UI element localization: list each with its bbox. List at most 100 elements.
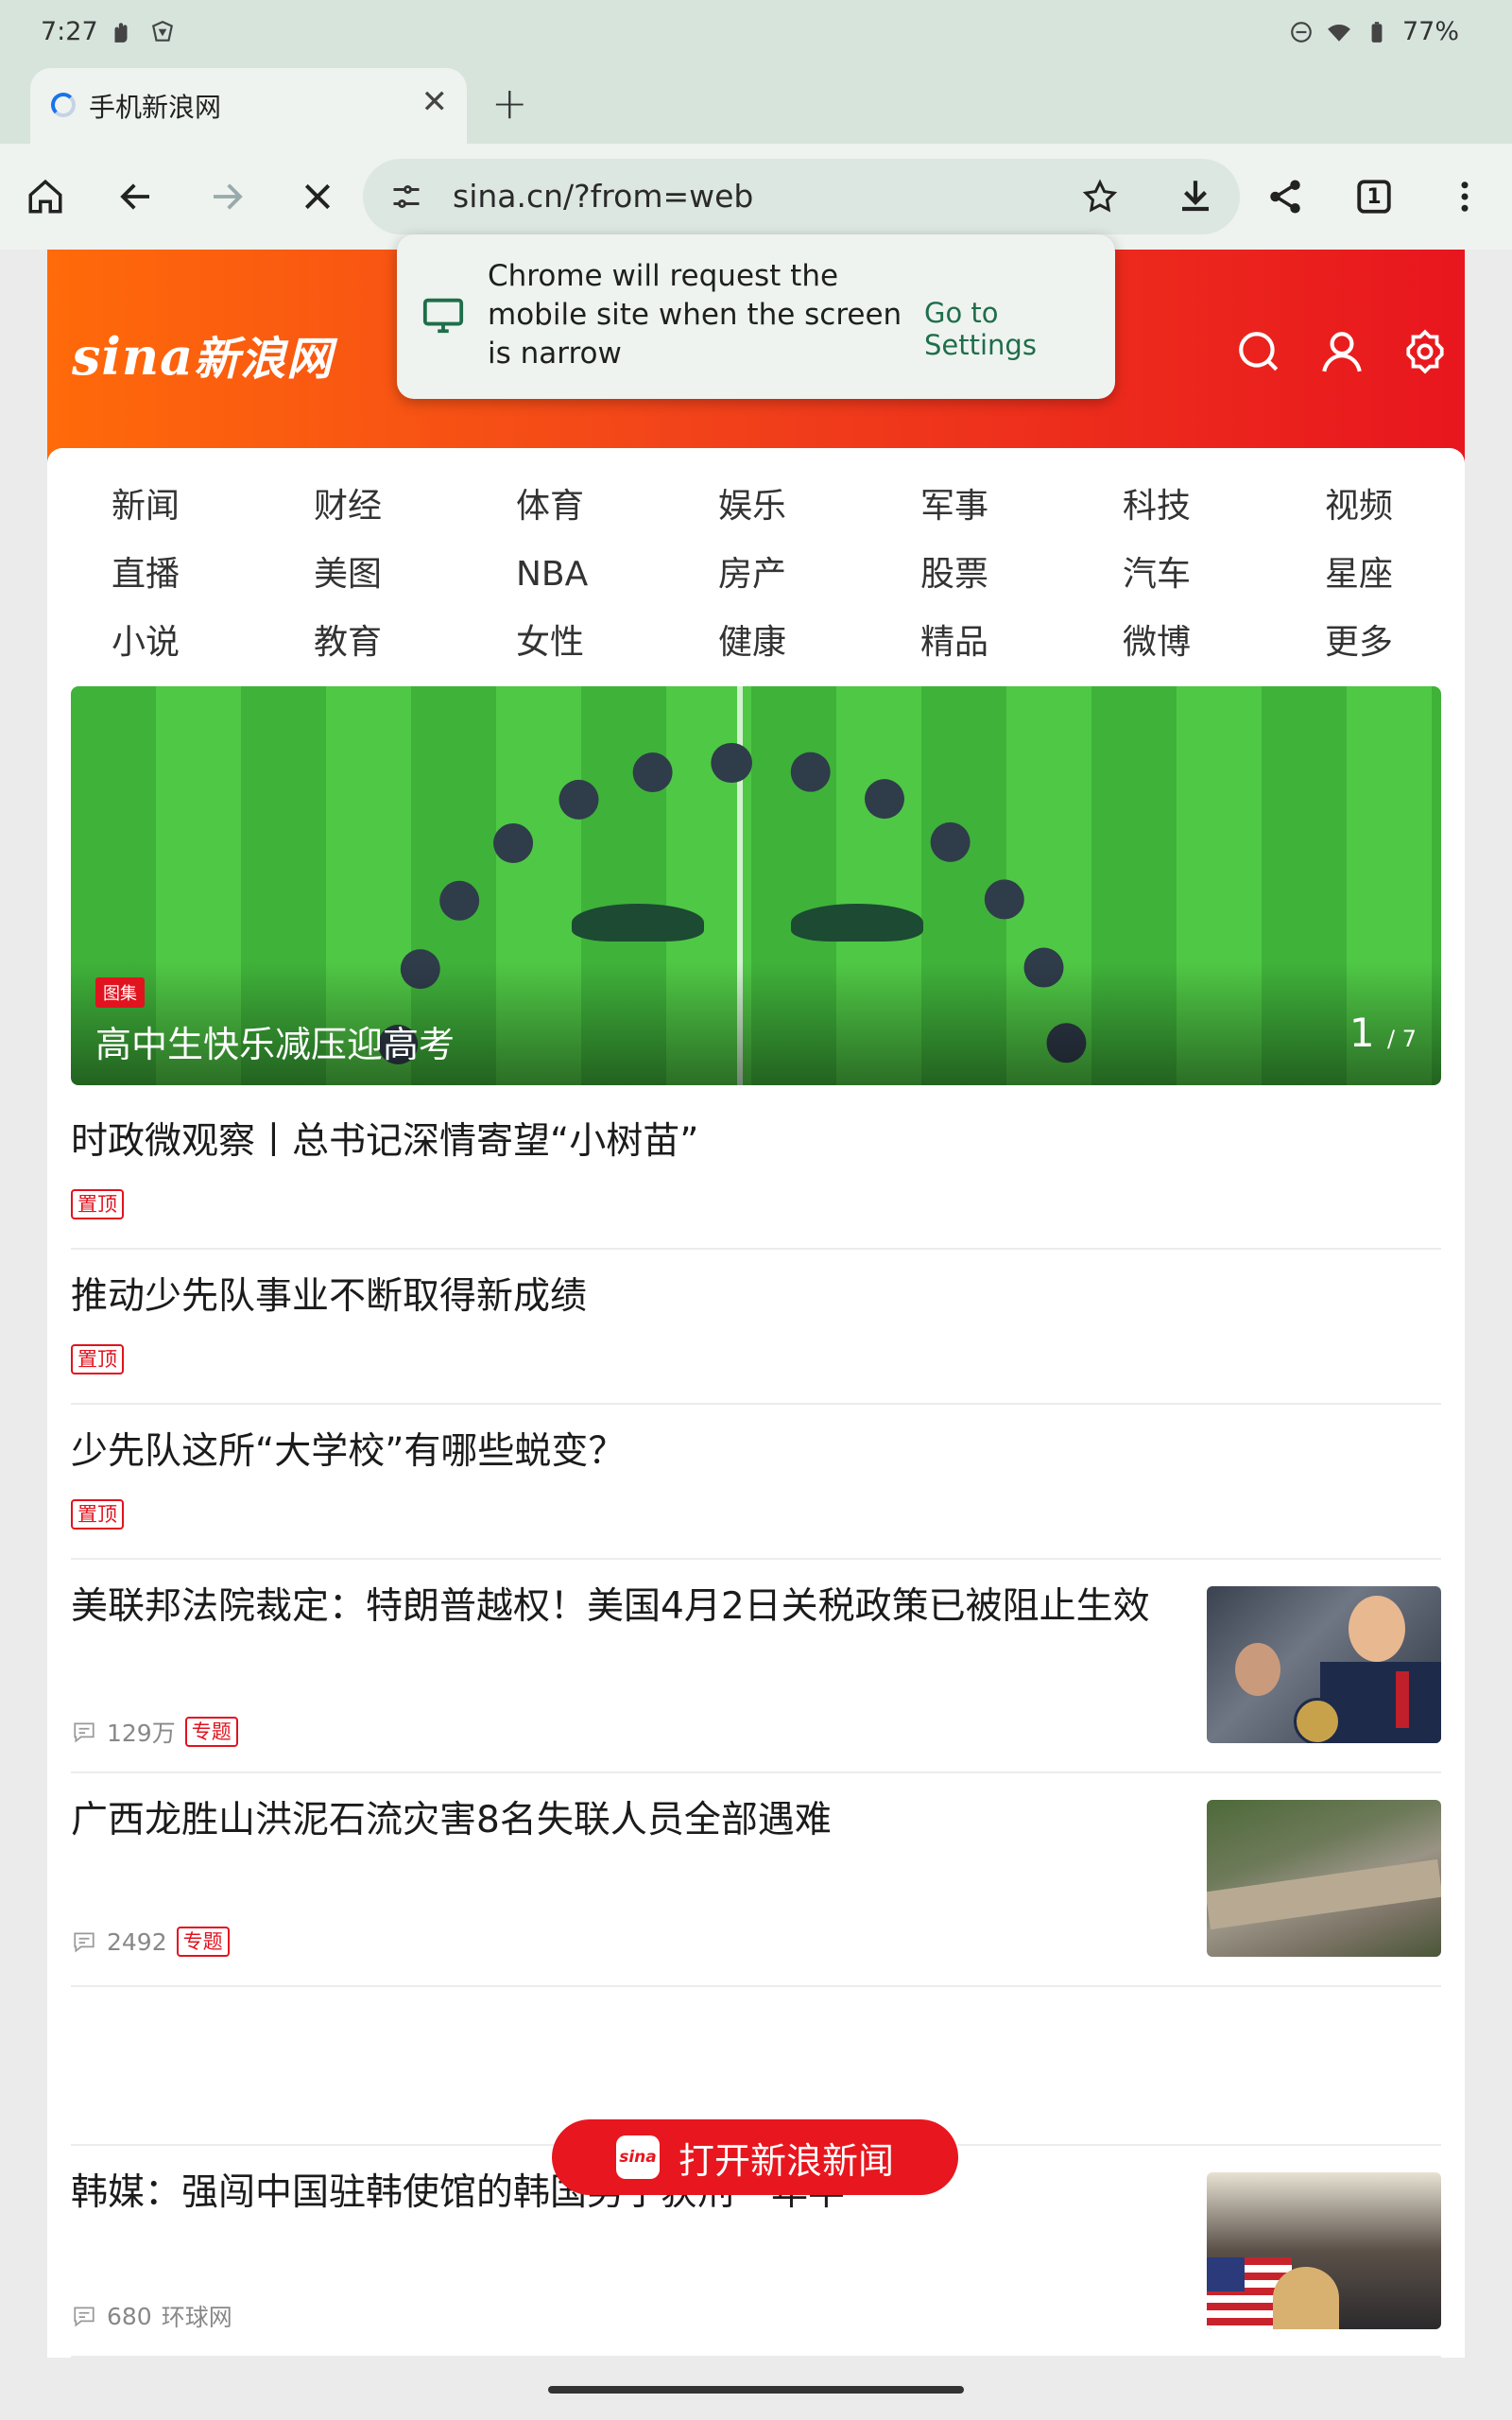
status-notification-icons (109, 19, 175, 45)
news-thumbnail[interactable] (1207, 2172, 1441, 2329)
news-source: 环球网 (161, 2304, 232, 2331)
address-bar[interactable]: sina.cn/?from=web (363, 159, 1240, 234)
comment-icon (74, 1722, 94, 1743)
nav-item[interactable]: 微博 (1058, 609, 1261, 677)
nav-item[interactable]: 娱乐 (654, 473, 856, 541)
home-button[interactable] (17, 168, 74, 225)
battery-percent: 77% (1401, 17, 1459, 46)
sina-logo[interactable]: sina新浪网 (72, 321, 333, 388)
bookmark-star-icon[interactable] (1081, 178, 1119, 216)
status-time: 7:27 (41, 17, 98, 46)
nav-item[interactable]: 小说 (47, 609, 249, 677)
news-item[interactable]: 广西龙胜山洪泥石流灾害8名失联人员全部遇难 2492 专题 (71, 1773, 1441, 1987)
new-tab-button[interactable]: + (491, 78, 528, 129)
nav-item[interactable]: 星座 (1261, 541, 1463, 609)
news-thumbnail[interactable] (1207, 1800, 1441, 1957)
nav-item[interactable]: 女性 (452, 609, 654, 677)
news-title[interactable]: 时政微观察丨总书记深情寄望“小树苗” (71, 1114, 698, 1170)
nav-item[interactable]: 股票 (856, 541, 1058, 609)
popup-message: Chrome will request the mobile site when… (488, 259, 902, 371)
open-app-button[interactable]: sina 打开新浪新闻 (552, 2119, 958, 2195)
nav-item[interactable]: 教育 (249, 609, 452, 677)
seal-graphic (1294, 1698, 1341, 1743)
settings-button[interactable] (1399, 325, 1452, 378)
tab-title: 手机新浪网 (89, 92, 222, 123)
topic-badge: 专题 (176, 1927, 230, 1957)
hat-graphic (1273, 2267, 1339, 2329)
news-title[interactable]: 少先队这所“大学校”有哪些蜕变？ (71, 1424, 625, 1480)
nav-item[interactable]: 科技 (1058, 473, 1261, 541)
nav-item[interactable]: NBA (452, 541, 654, 609)
gear-icon (1406, 329, 1444, 374)
news-meta: 置顶 (71, 1499, 124, 1530)
search-icon (1239, 332, 1279, 372)
nav-item[interactable]: 精品 (856, 609, 1058, 677)
web-page: sina新浪网 新闻 财经 体育 娱乐 军事 科技 视频 直播 美图 NBA 房… (47, 250, 1465, 2358)
news-item[interactable]: 少先队这所“大学校”有哪些蜕变？ 置顶 (71, 1405, 1441, 1560)
stop-loading-button[interactable] (289, 168, 346, 225)
battery-icon (1371, 21, 1383, 43)
browser-tab[interactable]: 手机新浪网 ✕ (30, 68, 467, 144)
desktop-monitor-icon (422, 298, 464, 334)
more-vertical-icon (1461, 182, 1469, 212)
back-button[interactable] (108, 168, 164, 225)
nav-item[interactable]: 军事 (856, 473, 1058, 541)
comment-count: 129万 (107, 1720, 176, 1747)
news-thumbnail[interactable] (1207, 1586, 1441, 1743)
user-icon (1322, 332, 1362, 372)
desktop-site-popup: Chrome will request the mobile site when… (397, 234, 1115, 399)
hero-slideshow[interactable]: 图集 高中生快乐减压迎高考 1 / 7 (71, 686, 1441, 1085)
back-arrow-icon (120, 183, 149, 210)
gesture-home-bar[interactable] (548, 2386, 964, 2394)
nav-item[interactable]: 更多 (1261, 609, 1463, 677)
person-graphic (1349, 1596, 1405, 1662)
nav-item[interactable]: 直播 (47, 541, 249, 609)
pinned-badge: 置顶 (71, 1189, 124, 1219)
nav-item[interactable]: 财经 (249, 473, 452, 541)
nav-item[interactable]: 视频 (1261, 473, 1463, 541)
tab-switcher-button[interactable]: 1 (1346, 168, 1402, 225)
person-graphic (1235, 1643, 1280, 1696)
news-title[interactable]: 美联邦法院裁定：特朗普越权！美国4月2日关税政策已被阻止生效 (71, 1579, 1186, 1635)
forward-arrow-icon (214, 183, 243, 210)
hero-caption[interactable]: 高中生快乐减压迎高考 (95, 1015, 455, 1067)
student-group-graphic (791, 904, 923, 942)
nav-item[interactable]: 房产 (654, 541, 856, 609)
news-title[interactable]: 推动少先队事业不断取得新成绩 (71, 1269, 587, 1325)
share-button[interactable] (1257, 168, 1314, 225)
comment-icon (74, 2307, 94, 2327)
comment-count: 2492 (107, 1927, 167, 1956)
comment-icon (74, 1932, 94, 1953)
news-title[interactable]: 广西龙胜山洪泥石流灾害8名失联人员全部遇难 (71, 1792, 1186, 1849)
url-text[interactable]: sina.cn/?from=web (453, 178, 753, 215)
nav-row: 小说 教育 女性 健康 精品 微博 更多 (47, 609, 1465, 677)
nav-item[interactable]: 体育 (452, 473, 654, 541)
news-meta: 680 环球网 (71, 2299, 232, 2333)
nav-item[interactable]: 新闻 (47, 473, 249, 541)
go-to-settings-link[interactable]: Go to Settings (924, 297, 1115, 361)
hand-icon (114, 23, 128, 43)
pinned-badge: 置顶 (71, 1499, 124, 1530)
news-item[interactable]: 美联邦法院裁定：特朗普越权！美国4月2日关税政策已被阻止生效 129万 专题 (71, 1560, 1441, 1773)
more-menu-button[interactable] (1436, 168, 1493, 225)
user-button[interactable] (1315, 325, 1368, 378)
nav-row: 新闻 财经 体育 娱乐 军事 科技 视频 (47, 473, 1465, 541)
news-meta: 置顶 (71, 1189, 124, 1219)
download-icon[interactable] (1176, 176, 1215, 216)
nav-row: 直播 美图 NBA 房产 股票 汽车 星座 (47, 541, 1465, 609)
forward-button[interactable] (198, 168, 255, 225)
news-item[interactable]: 推动少先队事业不断取得新成绩 置顶 (71, 1250, 1441, 1405)
news-meta: 2492 专题 (71, 1927, 230, 1957)
news-item[interactable]: 时政微观察丨总书记深情寄望“小树苗” 置顶 (71, 1095, 1441, 1250)
search-button[interactable] (1232, 325, 1285, 378)
nav-item[interactable]: 美图 (249, 541, 452, 609)
status-bar: 7:27 77% (0, 0, 1512, 68)
nav-item[interactable]: 汽车 (1058, 541, 1261, 609)
wifi-icon (1328, 24, 1350, 42)
site-settings-icon[interactable] (389, 180, 423, 214)
header-actions (1232, 325, 1452, 378)
do-not-disturb-icon (1291, 21, 1312, 43)
tie-graphic (1396, 1671, 1409, 1728)
nav-item[interactable]: 健康 (654, 609, 856, 677)
close-tab-icon[interactable]: ✕ (421, 83, 449, 121)
